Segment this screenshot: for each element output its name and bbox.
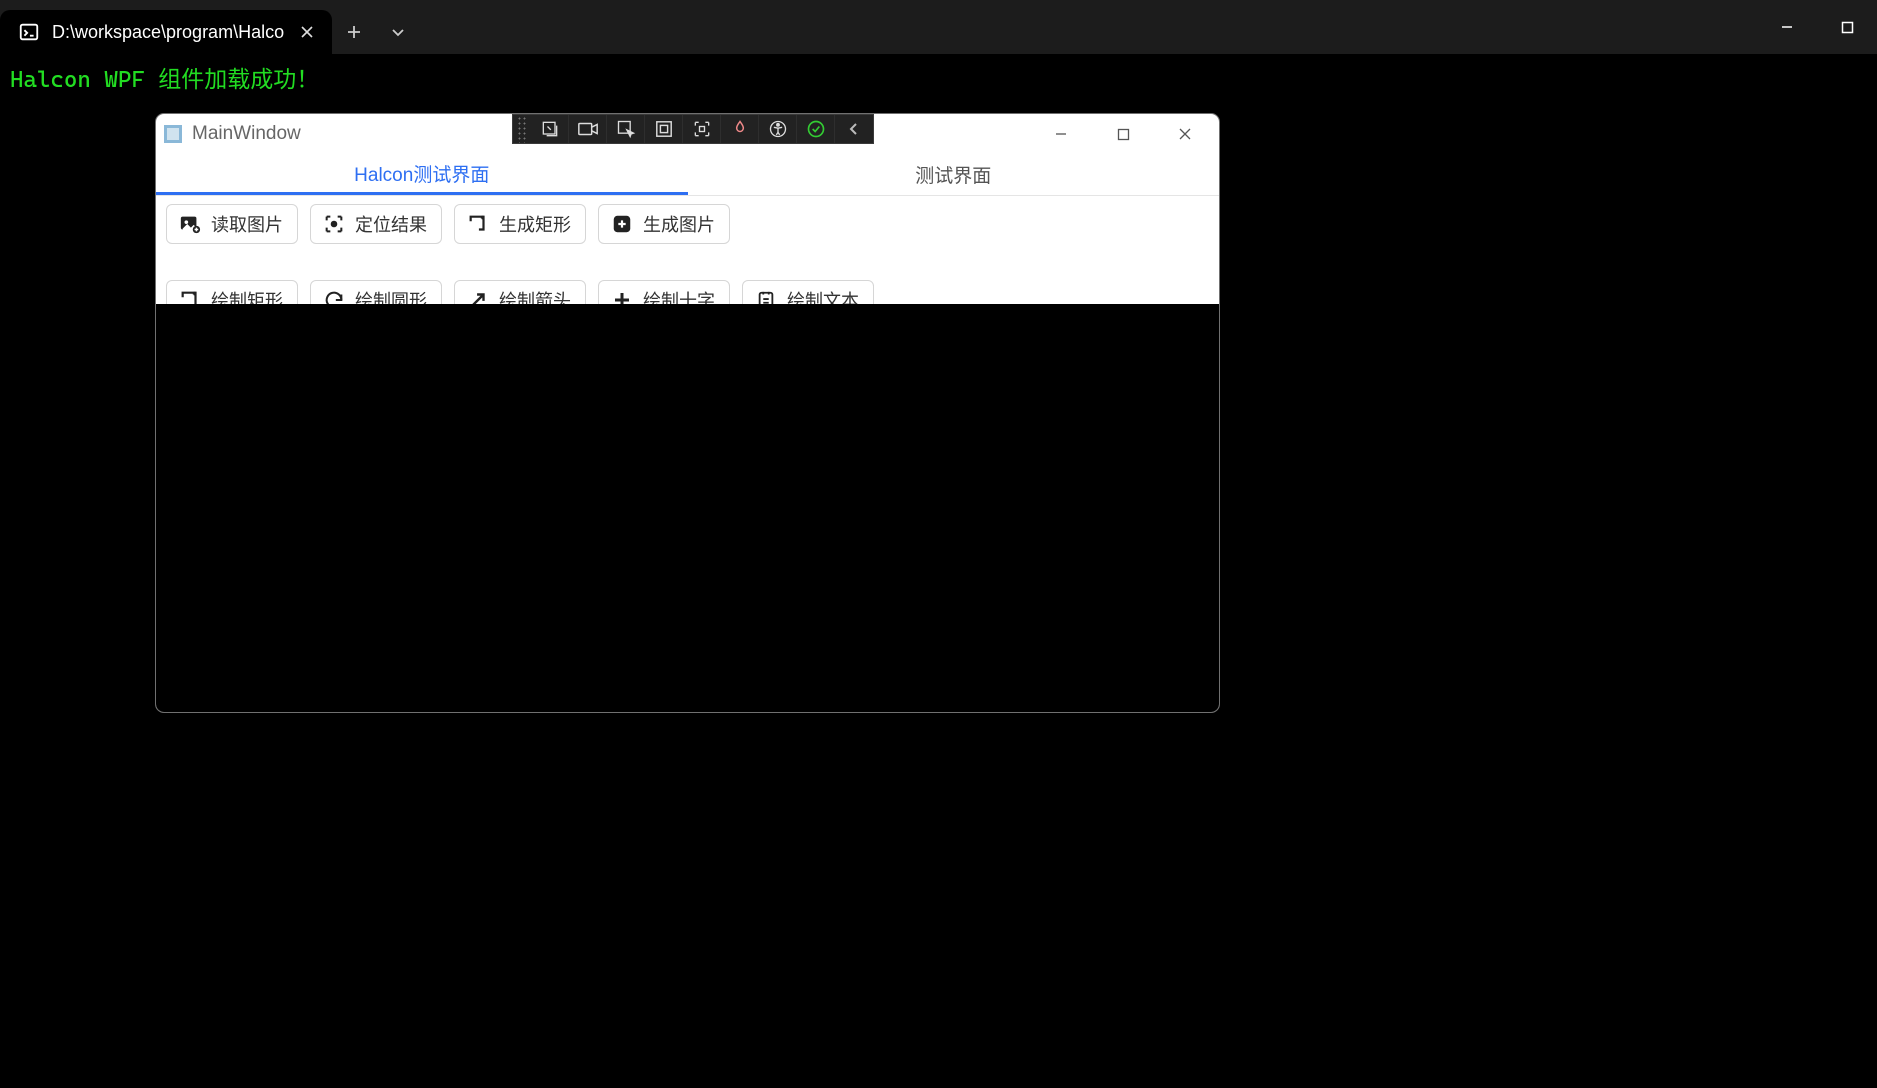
app-close-button[interactable] xyxy=(1159,117,1211,151)
track-focus-icon[interactable] xyxy=(683,115,721,143)
camera-icon[interactable] xyxy=(569,115,607,143)
gen-image-button[interactable]: 生成图片 xyxy=(598,204,730,244)
accessibility-icon[interactable] xyxy=(759,115,797,143)
terminal-maximize-button[interactable] xyxy=(1817,7,1877,47)
new-tab-button[interactable] xyxy=(332,10,376,54)
terminal-minimize-button[interactable] xyxy=(1757,7,1817,47)
cmd-icon xyxy=(18,21,40,43)
app-tabstrip: Halcon测试界面 测试界面 xyxy=(156,154,1219,196)
terminal-window-controls xyxy=(1757,0,1877,54)
image-add-icon xyxy=(179,213,201,235)
main-app-window: MainWindow Halcon测试界面 测试界面 读取图片 xyxy=(155,113,1220,713)
collapse-chevron-icon[interactable] xyxy=(835,115,873,143)
terminal-titlebar: D:\workspace\program\Halco xyxy=(0,0,1877,54)
tab-halcon-test[interactable]: Halcon测试界面 xyxy=(156,154,688,195)
gen-rect-button[interactable]: 生成矩形 xyxy=(454,204,586,244)
button-label: 读取图片 xyxy=(211,211,283,237)
rect-add-icon xyxy=(467,213,489,235)
button-label: 生成矩形 xyxy=(499,211,571,237)
console-line: Halcon WPF 组件加载成功！ xyxy=(10,64,1867,96)
close-tab-icon[interactable] xyxy=(296,21,318,43)
app-minimize-button[interactable] xyxy=(1035,117,1087,151)
status-ok-icon[interactable] xyxy=(797,115,835,143)
terminal-tab-title: D:\workspace\program\Halco xyxy=(52,22,284,43)
tab-label: Halcon测试界面 xyxy=(354,160,489,187)
button-label: 生成图片 xyxy=(643,211,715,237)
tab-dropdown-button[interactable] xyxy=(376,10,420,54)
hot-reload-icon[interactable] xyxy=(721,115,759,143)
app-maximize-button[interactable] xyxy=(1097,117,1149,151)
button-label: 定位结果 xyxy=(355,211,427,237)
crosshair-icon xyxy=(323,213,345,235)
select-element-icon[interactable] xyxy=(607,115,645,143)
display-layout-icon[interactable] xyxy=(645,115,683,143)
live-visual-tree-icon[interactable] xyxy=(531,115,569,143)
read-image-button[interactable]: 读取图片 xyxy=(166,204,298,244)
plus-box-icon xyxy=(611,213,633,235)
vs-debug-overlay-toolbar[interactable] xyxy=(512,114,874,144)
tab-label: 测试界面 xyxy=(915,161,991,188)
image-viewport[interactable] xyxy=(156,304,1219,712)
locate-result-button[interactable]: 定位结果 xyxy=(310,204,442,244)
grip-icon[interactable] xyxy=(516,115,528,143)
tab-test[interactable]: 测试界面 xyxy=(688,154,1220,195)
terminal-tab-active[interactable]: D:\workspace\program\Halco xyxy=(0,10,332,54)
app-icon xyxy=(164,125,182,143)
terminal-tabstrip: D:\workspace\program\Halco xyxy=(0,0,332,54)
